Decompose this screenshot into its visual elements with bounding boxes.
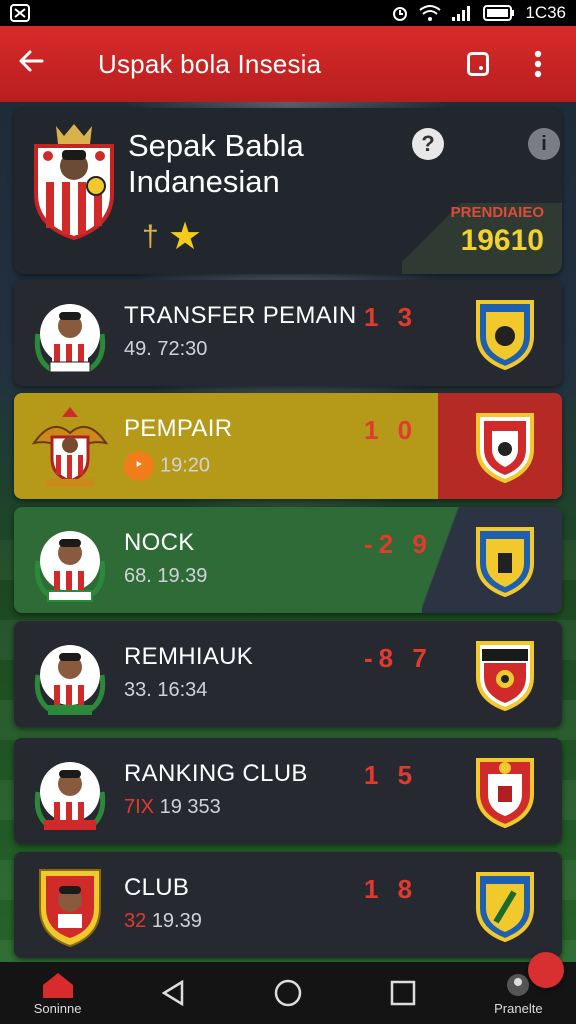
row-score: 1 3: [364, 302, 419, 332]
row-subtext: 33. 16:34: [124, 679, 208, 701]
signal-icon: [452, 6, 471, 21]
nav-back[interactable]: [128, 962, 218, 1024]
row-label: TRANSFER PEMAIN: [124, 302, 357, 329]
club-badge-icon: [476, 641, 534, 711]
club-badge-icon: [476, 413, 534, 483]
more-options-button[interactable]: [518, 44, 558, 84]
club-badge-icon: [476, 527, 534, 597]
row-score: 1 8: [364, 874, 419, 904]
more-vert-icon: [534, 50, 542, 78]
tablet-icon: [467, 52, 489, 76]
league-crest-icon: [34, 124, 114, 240]
row-score: -8 7: [364, 643, 433, 673]
row-label: NOCK: [124, 529, 195, 556]
battery-icon: [483, 5, 515, 21]
row-score: -2 9: [364, 529, 433, 559]
back-triangle-icon: [161, 979, 184, 1007]
club-badge-icon: [476, 758, 534, 828]
row-subtext: 68. 19.39: [124, 565, 208, 587]
circle-home-icon: [274, 979, 302, 1007]
nav-home-circle[interactable]: [243, 962, 333, 1024]
help-button[interactable]: ?: [412, 128, 444, 160]
player-avatar-icon: [34, 304, 106, 373]
row-subtext: 32 19.39: [124, 910, 202, 932]
schedule-icon: ‣: [124, 451, 154, 481]
menu-row-remhiauk[interactable]: REMHIAUK 33. 16:34 -8 7: [14, 621, 562, 727]
row-score: 1 0: [364, 415, 419, 445]
torch-icon: †: [142, 220, 159, 253]
wifi-icon: [419, 5, 441, 21]
row-label: REMHIAUK: [124, 643, 254, 670]
player-avatar-icon: [34, 531, 106, 602]
league-title: Sepak Babla Indanesian: [128, 128, 388, 200]
prize-label: PRENDIAIEO: [450, 204, 544, 221]
prize-value: 19610: [460, 224, 544, 257]
menu-row-nock[interactable]: NOCK 68. 19.39 -2 9: [14, 507, 562, 613]
alarm-icon: [393, 7, 408, 21]
nav-home[interactable]: Soninne: [13, 962, 103, 1024]
square-recents-icon: [390, 980, 416, 1006]
player-avatar-icon: [34, 645, 106, 715]
row-label: RANKING CLUB: [124, 760, 308, 787]
league-title-line2: Indanesian: [128, 164, 280, 199]
menu-row-pemain[interactable]: PEMPAIR ‣ 19:20 1 0: [14, 393, 562, 499]
club-badge-icon: [476, 872, 534, 942]
row-label: CLUB: [124, 874, 190, 901]
club-crest-icon: [39, 869, 101, 948]
app-notification-icon: [10, 4, 30, 22]
menu-row-ranking-club[interactable]: RANKING CLUB 7IX 19 353 1 5: [14, 738, 562, 844]
help-icon: ?: [421, 131, 435, 156]
row-label: PEMPAIR: [124, 415, 233, 442]
menu-row-transfer[interactable]: TRANSFER PEMAIN 49. 72:30 1 3: [14, 280, 562, 386]
nav-profile-label: Pranelte: [494, 1000, 543, 1016]
notification-badge[interactable]: [528, 952, 564, 988]
tablet-button[interactable]: [458, 44, 498, 84]
league-header-card: Sepak Babla Indanesian ? i † ★ PRENDIAIE…: [14, 108, 562, 274]
back-button[interactable]: [18, 48, 58, 80]
player-avatar-icon: [34, 762, 106, 831]
star-icon: ★: [168, 216, 203, 258]
menu-row-club[interactable]: CLUB 32 19.39 1 8: [14, 852, 562, 958]
status-bar: 1C36: [0, 0, 576, 26]
info-button[interactable]: i: [528, 128, 560, 160]
row-subtext: ‣ 19:20: [124, 451, 210, 481]
club-badge-icon: [476, 300, 534, 370]
app-title: Uspak bola Insesia: [98, 48, 322, 79]
row-score: 1 5: [364, 760, 419, 790]
info-icon: i: [541, 133, 547, 155]
app-bar: Uspak bola Insesia: [0, 26, 576, 102]
nav-recents[interactable]: [358, 962, 448, 1024]
status-time: 1C36: [525, 3, 566, 22]
garuda-emblem-icon: [32, 407, 108, 487]
home-icon: [42, 972, 73, 998]
row-subtext: 7IX 19 353: [124, 796, 221, 818]
nav-home-label: Soninne: [33, 1000, 82, 1016]
league-title-line1: Sepak Babla: [128, 128, 304, 163]
back-arrow-icon: [19, 50, 44, 72]
row-subtext: 49. 72:30: [124, 338, 208, 360]
bottom-navigation: Soninne Pranelte: [0, 962, 576, 1024]
